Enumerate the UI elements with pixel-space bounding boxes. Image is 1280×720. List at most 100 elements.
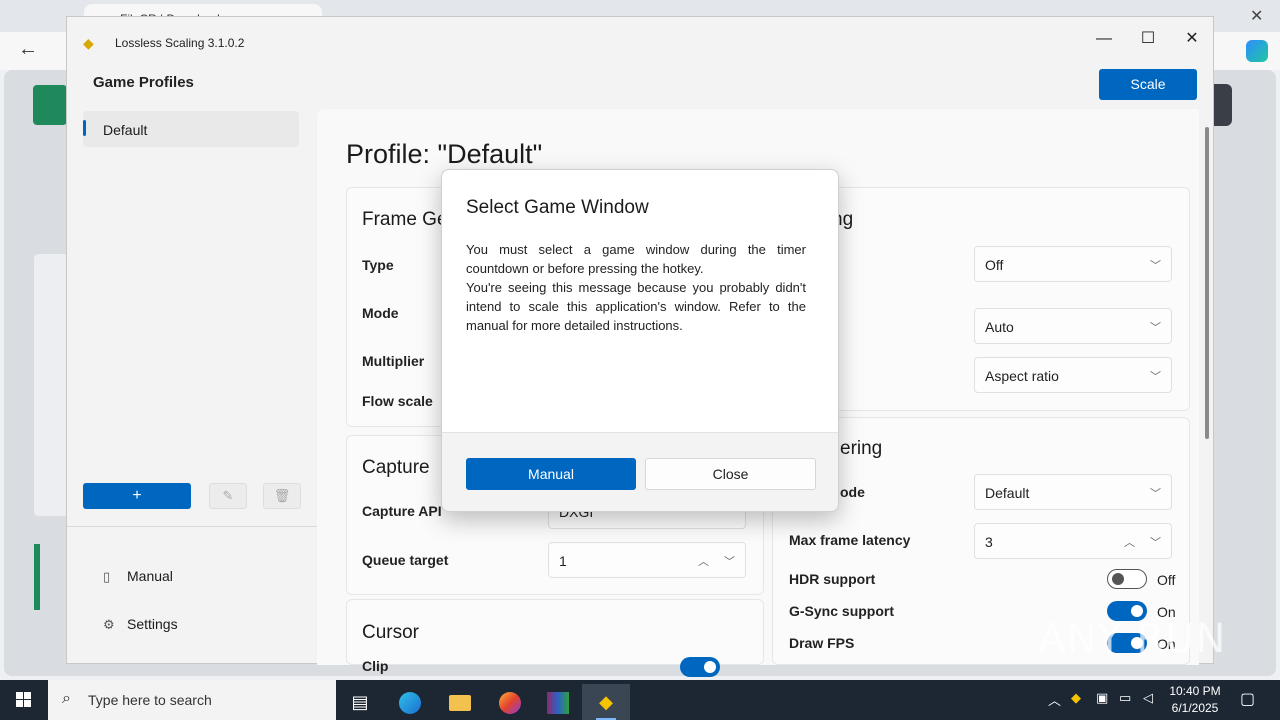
winrar-icon[interactable] (534, 684, 582, 720)
type-label: Type (362, 257, 394, 273)
delete-profile-button[interactable]: 🗑 (263, 483, 301, 509)
capture-api-label: Capture API (362, 503, 442, 519)
search-icon: ⌕ (62, 690, 71, 707)
title-bar: ◆ Lossless Scaling 3.1.0.2 — ☐ ✕ (67, 17, 1213, 57)
lossless-scaling-taskbar-icon[interactable]: ◆ (582, 684, 630, 720)
scaling-mode-value: Off (985, 257, 1004, 273)
nav-settings[interactable]: ⚙ Settings (103, 616, 178, 633)
add-profile-button[interactable]: + (83, 483, 191, 509)
pencil-icon: ✎ (222, 488, 234, 503)
chevron-down-icon: ﹀ (1150, 371, 1161, 383)
taskbar: ⌕ Type here to search ▤ ◆ ︿ ◆ ▣ ▭ ◁ 10:4… (0, 680, 1280, 720)
close-button[interactable]: Close (645, 458, 816, 490)
capture-title: Capture (362, 457, 430, 478)
cursor-title: Cursor (362, 622, 420, 643)
chevron-up-icon[interactable]: ︿ (1124, 534, 1135, 550)
dialog-footer: Manual Close (442, 432, 838, 511)
anyrun-watermark: ANY RUN (1038, 616, 1227, 662)
nav-settings-label: Settings (127, 616, 178, 632)
profile-label: Default (103, 122, 148, 138)
firefox-icon[interactable] (486, 684, 534, 720)
clock-time: 10:40 PM (1169, 684, 1221, 698)
page-title: Profile: "Default" (346, 139, 543, 169)
app-title: Lossless Scaling 3.1.0.2 (115, 36, 245, 50)
queue-target-stepper[interactable]: 1 ︿ ﹀ (548, 542, 746, 578)
hdr-support-toggle[interactable] (1107, 569, 1147, 589)
scale-button[interactable]: Scale (1099, 69, 1197, 100)
queue-target-label: Queue target (362, 552, 449, 568)
volume-icon[interactable]: ◁ (1143, 690, 1153, 706)
clock-date: 6/1/2025 (1171, 701, 1219, 715)
frame-gen-title: Frame Ge (362, 209, 448, 230)
chevron-down-icon: ﹀ (1150, 260, 1161, 272)
notification-icon[interactable]: ▢ (1240, 689, 1255, 709)
sync-mode-value: Default (985, 485, 1030, 501)
windows-logo-part (16, 700, 23, 707)
flow-scale-label: Flow scale (362, 393, 433, 409)
scaling-mode-dropdown[interactable]: Off ﹀ (974, 246, 1172, 282)
network-icon[interactable]: ▭ (1119, 690, 1131, 706)
taskbar-search[interactable]: ⌕ Type here to search (48, 680, 336, 720)
toggle-knob (704, 661, 716, 673)
profile-item-default[interactable]: Default (83, 111, 299, 147)
chevron-down-icon[interactable]: ﹀ (724, 553, 735, 569)
clip-label: Clip (362, 658, 389, 674)
hdr-support-state: Off (1157, 572, 1176, 588)
nav-manual-label: Manual (127, 568, 173, 584)
tray-duck-icon[interactable]: ◆ (1071, 690, 1081, 706)
dialog-paragraph-2: You're seeing this message because you p… (466, 280, 806, 333)
chevron-up-icon[interactable]: ︿ (698, 553, 709, 569)
draw-fps-label: Draw FPS (789, 635, 855, 651)
chevron-down-icon: ﹀ (1150, 322, 1161, 334)
site-card (34, 254, 68, 516)
multiplier-label: Multiplier (362, 353, 425, 369)
system-clock[interactable]: 10:40 PM 6/1/2025 (1160, 683, 1230, 717)
minimize-icon[interactable]: — (1089, 27, 1119, 51)
toggle-knob (1112, 573, 1124, 585)
trash-icon: 🗑 (273, 488, 291, 503)
sidebar-title: Game Profiles (93, 74, 194, 91)
site-accent-bar (34, 544, 40, 610)
edge-icon[interactable] (386, 684, 434, 720)
windows-logo-part (24, 700, 31, 707)
chevron-down-icon[interactable]: ﹀ (1150, 534, 1161, 550)
gear-icon: ⚙ (103, 617, 115, 632)
back-arrow-icon[interactable]: ← (18, 38, 38, 61)
book-icon: ▯ (103, 569, 111, 584)
search-placeholder: Type here to search (88, 692, 212, 708)
selection-indicator (83, 120, 86, 136)
close-icon[interactable]: ✕ (1177, 27, 1207, 51)
copilot-icon[interactable] (1246, 40, 1268, 62)
tray-chevron-icon[interactable]: ︿ (1048, 690, 1061, 709)
dialog-title: Select Game Window (466, 197, 649, 218)
aspect-dropdown[interactable]: Aspect ratio ﹀ (974, 357, 1172, 393)
queue-target-value: 1 (559, 553, 567, 569)
scale-factor-dropdown[interactable]: Auto ﹀ (974, 308, 1172, 344)
tray-device-icon[interactable]: ▣ (1096, 690, 1108, 706)
file-explorer-icon[interactable] (436, 684, 484, 720)
sidebar-divider (67, 526, 317, 527)
hdr-support-label: HDR support (789, 571, 876, 587)
start-button[interactable] (0, 680, 48, 720)
dialog-message: You must select a game window during the… (466, 240, 806, 335)
sync-mode-dropdown[interactable]: Default ﹀ (974, 474, 1172, 510)
nav-manual[interactable]: ▯ Manual (103, 568, 173, 585)
edit-profile-button[interactable]: ✎ (209, 483, 247, 509)
windows-logo-part (24, 692, 31, 699)
dialog-paragraph-1: You must select a game window during the… (466, 242, 806, 276)
site-logo (33, 85, 67, 125)
task-view-icon[interactable]: ▤ (336, 684, 384, 720)
max-frame-latency-stepper[interactable]: 3 ︿ ﹀ (974, 523, 1172, 559)
clip-toggle[interactable] (680, 657, 720, 677)
windows-logo-icon (16, 692, 23, 699)
mode-label: Mode (362, 305, 399, 321)
select-game-window-dialog: Select Game Window You must select a gam… (441, 169, 839, 512)
gsync-support-label: G-Sync support (789, 603, 895, 619)
content-scrollbar[interactable] (1205, 127, 1209, 439)
sync-mode-label: ode (840, 484, 865, 500)
manual-button[interactable]: Manual (466, 458, 636, 490)
maximize-icon[interactable]: ☐ (1133, 27, 1163, 51)
browser-close-icon[interactable]: ✕ (1250, 6, 1263, 26)
max-frame-latency-value: 3 (985, 534, 993, 550)
aspect-value: Aspect ratio (985, 368, 1059, 384)
